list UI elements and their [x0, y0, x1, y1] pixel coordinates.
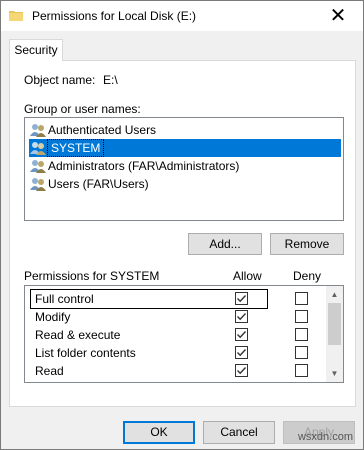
allow-checkbox[interactable] [235, 292, 248, 305]
allow-checkbox[interactable] [235, 382, 248, 383]
list-item-label: Authenticated Users [48, 123, 157, 137]
permission-name: Read [35, 364, 64, 378]
deny-checkbox[interactable] [295, 310, 308, 323]
deny-column-header: Deny [293, 269, 322, 283]
folder-icon [9, 11, 23, 21]
group-names-label: Group or user names: [24, 102, 141, 116]
permission-name: List folder contents [35, 346, 136, 360]
tab-security[interactable]: Security [9, 39, 63, 61]
scroll-up-arrow-icon[interactable]: ▲ [326, 286, 343, 303]
permission-row-list-folder-contents: List folder contents [25, 344, 325, 362]
deny-checkbox[interactable] [295, 382, 308, 383]
group-user-list[interactable]: Authenticated Users SYSTEM Administrator… [24, 117, 344, 221]
close-button[interactable]: ✕ [321, 4, 355, 28]
user-group-icon [30, 178, 46, 191]
list-item-users[interactable]: Users (FAR\Users) [29, 175, 341, 193]
object-name-value: E:\ [103, 73, 118, 87]
deny-checkbox[interactable] [295, 292, 308, 305]
permission-name: Modify [35, 310, 71, 324]
permission-row-modify: Modify [25, 308, 325, 326]
permission-name: Full control [35, 292, 94, 306]
deny-checkbox[interactable] [295, 328, 308, 341]
allow-checkbox[interactable] [235, 310, 248, 323]
window-title: Permissions for Local Disk (E:) [32, 9, 197, 23]
check-icon [237, 349, 247, 357]
permissions-dialog: Permissions for Local Disk (E:) ✕ Securi… [0, 0, 364, 450]
list-item-administrators[interactable]: Administrators (FAR\Administrators) [29, 157, 341, 175]
deny-checkbox[interactable] [295, 364, 308, 377]
ok-button[interactable]: OK [123, 421, 195, 444]
allow-checkbox[interactable] [235, 364, 248, 377]
allow-checkbox[interactable] [235, 346, 248, 359]
user-group-icon [30, 160, 46, 173]
permissions-list: Full control Modify Read & execute List … [24, 285, 344, 383]
permissions-scrollbar[interactable]: ▲ ▼ [326, 286, 343, 382]
user-group-icon [30, 142, 46, 155]
watermark: wsxdn.com [297, 431, 353, 443]
permission-row-read-execute: Read & execute [25, 326, 325, 344]
cancel-button[interactable]: Cancel [203, 421, 275, 444]
allow-checkbox[interactable] [235, 328, 248, 341]
list-item-label: Users (FAR\Users) [48, 177, 149, 191]
user-group-icon [30, 124, 46, 137]
list-item-system[interactable]: SYSTEM [29, 139, 341, 157]
scroll-down-arrow-icon[interactable]: ▼ [326, 365, 343, 382]
permission-row-partial [25, 380, 325, 383]
list-item-label: SYSTEM [47, 139, 105, 157]
permission-row-read: Read [25, 362, 325, 380]
add-button[interactable]: Add... [188, 233, 262, 255]
check-icon [237, 367, 247, 375]
deny-checkbox[interactable] [295, 346, 308, 359]
object-name-label: Object name: [24, 73, 96, 87]
check-icon [237, 331, 247, 339]
check-icon [237, 313, 247, 321]
check-icon [237, 295, 247, 303]
permissions-header: Permissions for SYSTEM [24, 269, 160, 283]
list-item-label: Administrators (FAR\Administrators) [48, 159, 240, 173]
title-bar: Permissions for Local Disk (E:) ✕ [1, 1, 363, 31]
remove-button[interactable]: Remove [270, 233, 344, 255]
allow-column-header: Allow [233, 269, 262, 283]
list-item-authenticated-users[interactable]: Authenticated Users [29, 121, 341, 139]
scroll-thumb[interactable] [328, 303, 341, 345]
permission-row-full-control: Full control [25, 290, 325, 308]
permission-name: Read & execute [35, 328, 121, 342]
